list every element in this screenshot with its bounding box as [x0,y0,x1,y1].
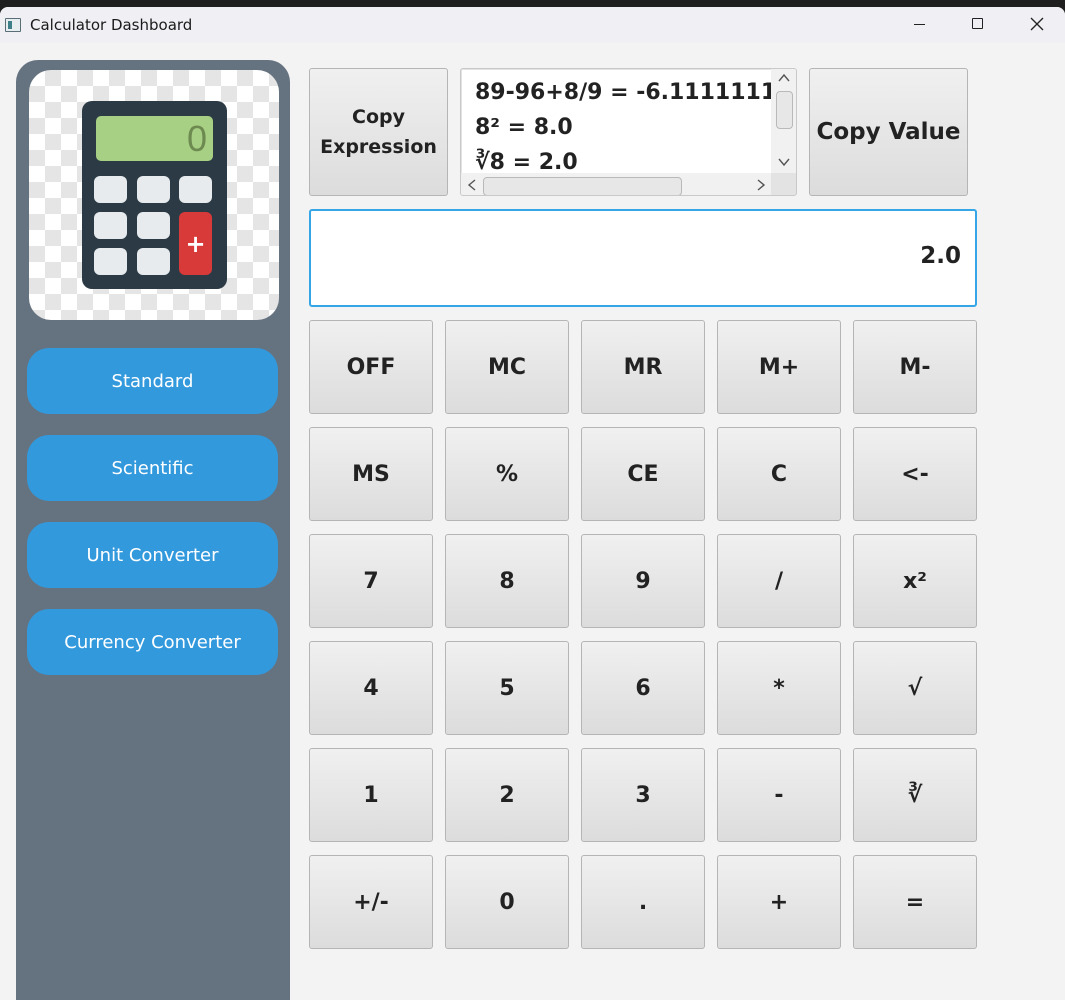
memory-store-button[interactable]: MS [309,427,433,521]
calculator-logo: 0 + [29,70,279,320]
add-button[interactable]: + [717,855,841,949]
backspace-button[interactable]: <- [853,427,977,521]
maximize-icon [972,18,983,29]
sidebar-item-scientific[interactable]: Scientific [27,435,278,501]
logo-key [137,248,170,275]
digit-5-button[interactable]: 5 [445,641,569,735]
multiply-button[interactable]: * [717,641,841,735]
close-button[interactable] [1007,7,1065,43]
divide-button[interactable]: / [717,534,841,628]
memory-add-button[interactable]: M+ [717,320,841,414]
digit-2-button[interactable]: 2 [445,748,569,842]
equals-button[interactable]: = [853,855,977,949]
history-viewport: 89-96+8/9 = -6.111111111 8² = 8.0 ∛8 = 2… [462,70,771,173]
memory-clear-button[interactable]: MC [445,320,569,414]
result-display[interactable]: 2.0 [309,209,977,307]
percent-button[interactable]: % [445,427,569,521]
copy-value-button[interactable]: Copy Value [809,68,968,196]
off-button[interactable]: OFF [309,320,433,414]
clear-entry-button[interactable]: CE [581,427,705,521]
subtract-button[interactable]: - [717,748,841,842]
digit-6-button[interactable]: 6 [581,641,705,735]
memory-subtract-button[interactable]: M- [853,320,977,414]
square-root-button[interactable]: √ [853,641,977,735]
window-title: Calculator Dashboard [30,16,193,34]
history-line[interactable]: 8² = 8.0 [475,115,573,140]
scroll-right-arrow-icon[interactable] [756,179,766,191]
logo-key [94,212,127,239]
digit-0-button[interactable]: 0 [445,855,569,949]
vertical-scroll-thumb[interactable] [776,91,793,129]
square-button[interactable]: x² [853,534,977,628]
history-line[interactable]: 89-96+8/9 = -6.111111111 [475,80,771,105]
close-icon [1030,17,1044,31]
digit-9-button[interactable]: 9 [581,534,705,628]
clear-button[interactable]: C [717,427,841,521]
logo-screen: 0 [96,116,213,161]
minimize-button[interactable] [892,7,950,43]
calculator-icon: 0 + [82,101,227,289]
display-value: 2.0 [920,243,961,269]
app-icon [5,18,21,32]
scroll-up-arrow-icon[interactable] [778,73,790,83]
logo-key [137,176,170,203]
decimal-button[interactable]: . [581,855,705,949]
digit-8-button[interactable]: 8 [445,534,569,628]
digit-4-button[interactable]: 4 [309,641,433,735]
history-horizontal-scrollbar[interactable] [461,173,771,195]
cube-root-button[interactable]: ∛ [853,748,977,842]
memory-recall-button[interactable]: MR [581,320,705,414]
scroll-down-arrow-icon[interactable] [778,157,790,167]
sidebar-item-unit-converter[interactable]: Unit Converter [27,522,278,588]
digit-3-button[interactable]: 3 [581,748,705,842]
digit-7-button[interactable]: 7 [309,534,433,628]
logo-key [94,176,127,203]
history-list[interactable]: 89-96+8/9 = -6.111111111 8² = 8.0 ∛8 = 2… [460,68,797,196]
copy-expression-button[interactable]: Copy Expression [309,68,448,196]
digit-1-button[interactable]: 1 [309,748,433,842]
horizontal-scroll-thumb[interactable] [483,177,682,195]
app-window: Calculator Dashboard 0 + Standard Scient… [0,7,1065,1000]
logo-key [94,248,127,275]
logo-plus-key: + [179,212,212,275]
history-vertical-scrollbar[interactable] [771,69,796,173]
logo-screen-value: 0 [186,118,207,159]
negate-button[interactable]: +/- [309,855,433,949]
scroll-left-arrow-icon[interactable] [467,179,477,191]
sidebar: 0 + Standard Scientific Unit Converter C… [16,60,290,1000]
logo-key [137,212,170,239]
sidebar-item-standard[interactable]: Standard [27,348,278,414]
minimize-icon [914,24,925,25]
title-bar: Calculator Dashboard [0,7,1065,43]
logo-key [179,176,212,203]
history-line[interactable]: ∛8 = 2.0 [475,150,578,173]
maximize-button[interactable] [949,7,1007,43]
sidebar-item-currency-converter[interactable]: Currency Converter [27,609,278,675]
